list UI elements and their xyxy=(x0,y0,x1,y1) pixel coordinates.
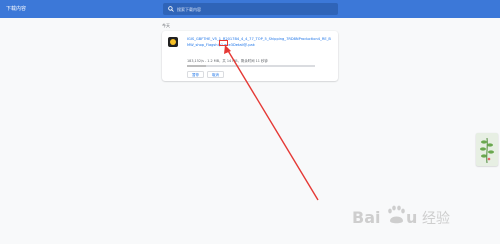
plant-icon xyxy=(480,137,494,164)
baidu-jingyan-logo: Bai u 经验 xyxy=(352,205,450,227)
baidu-jingyan-watermark: Bai u 经验 xyxy=(352,203,462,233)
side-widget[interactable] xyxy=(476,133,498,166)
svg-text:经验: 经验 xyxy=(422,211,450,227)
svg-text:Bai: Bai xyxy=(352,208,380,227)
svg-text:u: u xyxy=(406,208,417,227)
